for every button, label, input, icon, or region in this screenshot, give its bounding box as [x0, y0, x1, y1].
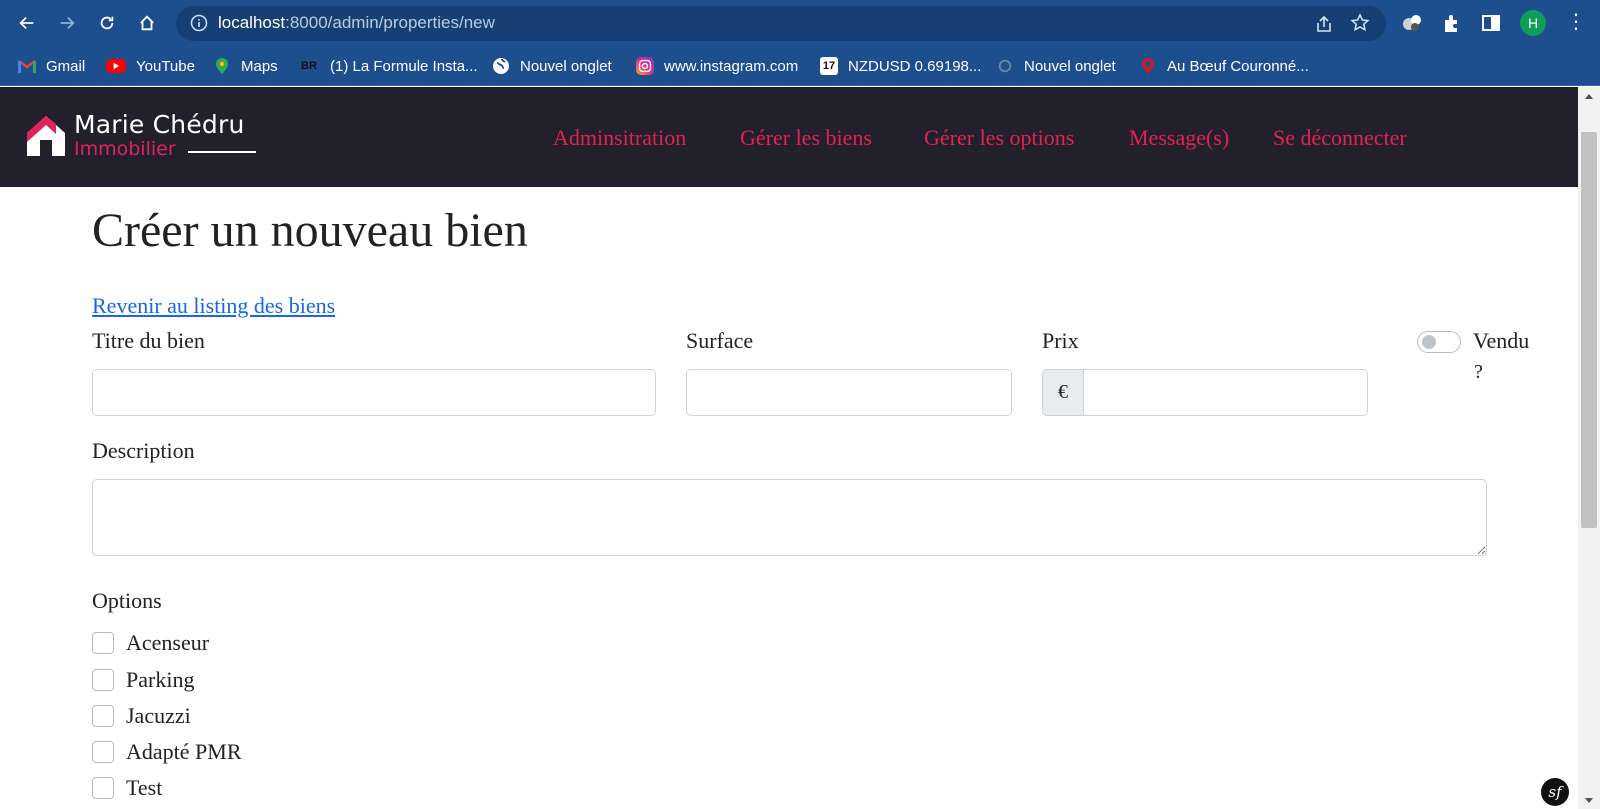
youtube-icon: [106, 59, 126, 73]
bookmark-au-boeuf[interactable]: Au Bœuf Couronné...: [1139, 55, 1309, 77]
scroll-up-arrow-icon[interactable]: [1585, 94, 1593, 99]
bookmark-gmail[interactable]: Gmail: [18, 55, 85, 77]
side-panel-icon[interactable]: [1480, 12, 1502, 34]
option-test[interactable]: Test: [92, 775, 162, 801]
bookmarks-bar: Gmail YouTube Maps BR (1) La Formule Ins…: [0, 46, 1600, 86]
logo-subtitle: Immobilier: [74, 138, 176, 160]
title-label: Titre du bien: [92, 328, 205, 353]
site-header: Marie Chédru Immobilier Adminsitration G…: [0, 87, 1578, 187]
home-icon[interactable]: [134, 10, 160, 36]
br-icon: BR: [301, 60, 317, 72]
option-checkbox[interactable]: [92, 741, 114, 763]
option-checkbox[interactable]: [92, 632, 114, 654]
option-checkbox[interactable]: [92, 777, 114, 799]
browser-toolbar: localhost:8000/admin/properties/new H ⋮: [0, 0, 1600, 46]
description-label: Description: [92, 438, 195, 463]
bookmark-youtube[interactable]: YouTube: [106, 55, 195, 77]
menu-administration[interactable]: Adminsitration: [553, 125, 686, 151]
tradingview-icon: 17: [820, 57, 838, 75]
title-input[interactable]: [92, 369, 656, 416]
currency-addon: €: [1042, 369, 1084, 416]
bookmark-label: Gmail: [46, 57, 86, 75]
sold-label: Vendu: [1473, 328, 1530, 353]
forward-arrow-icon[interactable]: [54, 10, 80, 36]
menu-manage-options[interactable]: Gérer les options: [924, 125, 1074, 151]
sold-toggle[interactable]: [1417, 331, 1461, 353]
option-pmr[interactable]: Adapté PMR: [92, 739, 242, 765]
site-info-icon[interactable]: [190, 14, 208, 32]
toggle-knob: [1422, 335, 1436, 349]
bookmark-maps[interactable]: Maps: [213, 55, 278, 77]
bookmark-label: NZDUSD 0.69198...: [848, 57, 982, 75]
site-logo[interactable]: Marie Chédru Immobilier: [26, 110, 266, 166]
bookmark-label: Maps: [241, 57, 278, 75]
extension-orbs-icon[interactable]: [1401, 12, 1423, 34]
bookmark-label: (1) La Formule Insta...: [330, 57, 478, 75]
house-logo-icon: [27, 116, 65, 156]
bookmark-nouvel-onglet-1[interactable]: Nouvel onglet: [492, 55, 612, 77]
option-label: Adapté PMR: [126, 739, 242, 764]
bookmark-label: Au Bœuf Couronné...: [1167, 57, 1309, 75]
logo-name: Marie Chédru: [74, 110, 245, 139]
option-label: Parking: [126, 667, 195, 692]
back-to-listing-link[interactable]: Revenir au listing des biens: [92, 293, 335, 319]
page-title: Créer un nouveau bien: [92, 204, 528, 257]
page-icon: [996, 57, 1014, 75]
logo-underline: [188, 151, 256, 153]
options-label: Options: [92, 588, 162, 613]
option-label: Acenseur: [126, 630, 210, 655]
share-icon[interactable]: [1314, 14, 1334, 34]
option-elevator[interactable]: Acenseur: [92, 630, 209, 656]
bookmark-star-icon[interactable]: [1350, 13, 1370, 33]
url-host: localhost: [218, 13, 286, 32]
extensions-puzzle-icon[interactable]: [1441, 12, 1463, 34]
bookmark-label: Nouvel onglet: [520, 57, 612, 75]
option-label: Jacuzzi: [126, 703, 191, 728]
option-label: Test: [126, 775, 163, 800]
option-parking[interactable]: Parking: [92, 667, 194, 693]
price-input[interactable]: [1083, 369, 1368, 416]
back-arrow-icon[interactable]: [14, 10, 40, 36]
bookmark-formule[interactable]: BR (1) La Formule Insta...: [298, 55, 478, 77]
menu-manage-properties[interactable]: Gérer les biens: [740, 125, 872, 151]
option-checkbox[interactable]: [92, 669, 114, 691]
maps-icon: [213, 57, 231, 75]
surface-label: Surface: [686, 328, 754, 353]
bookmark-nzdusd[interactable]: 17 NZDUSD 0.69198...: [820, 55, 981, 77]
gmail-icon: [18, 57, 36, 75]
url-path: :8000/admin/properties/new: [285, 13, 495, 32]
reload-icon[interactable]: [94, 10, 120, 36]
profile-avatar[interactable]: H: [1520, 10, 1546, 36]
option-jacuzzi[interactable]: Jacuzzi: [92, 703, 191, 729]
bookmark-label: www.instagram.com: [664, 57, 799, 75]
surface-input[interactable]: [686, 369, 1012, 416]
bookmark-instagram[interactable]: www.instagram.com: [636, 55, 798, 77]
description-textarea[interactable]: [92, 479, 1487, 556]
address-bar[interactable]: localhost:8000/admin/properties/new: [176, 6, 1386, 41]
option-checkbox[interactable]: [92, 705, 114, 727]
bookmark-nouvel-onglet-2[interactable]: Nouvel onglet: [996, 55, 1116, 77]
bookmark-label: YouTube: [136, 57, 195, 75]
browser-menu-icon[interactable]: ⋮: [1566, 10, 1586, 36]
globe-icon: [492, 57, 510, 75]
symfony-toolbar-icon[interactable]: sf: [1541, 778, 1569, 806]
sold-label-question: ?: [1474, 361, 1483, 383]
scroll-down-arrow-icon[interactable]: [1585, 798, 1593, 803]
price-label: Prix: [1042, 328, 1079, 353]
restaurant-icon: [1139, 57, 1157, 75]
menu-messages[interactable]: Message(s): [1129, 125, 1229, 151]
menu-logout[interactable]: Se déconnecter: [1273, 125, 1407, 151]
bookmark-label: Nouvel onglet: [1024, 57, 1116, 75]
url-text[interactable]: localhost:8000/admin/properties/new: [218, 13, 495, 33]
instagram-icon: [636, 57, 654, 75]
scroll-thumb[interactable]: [1581, 132, 1597, 528]
